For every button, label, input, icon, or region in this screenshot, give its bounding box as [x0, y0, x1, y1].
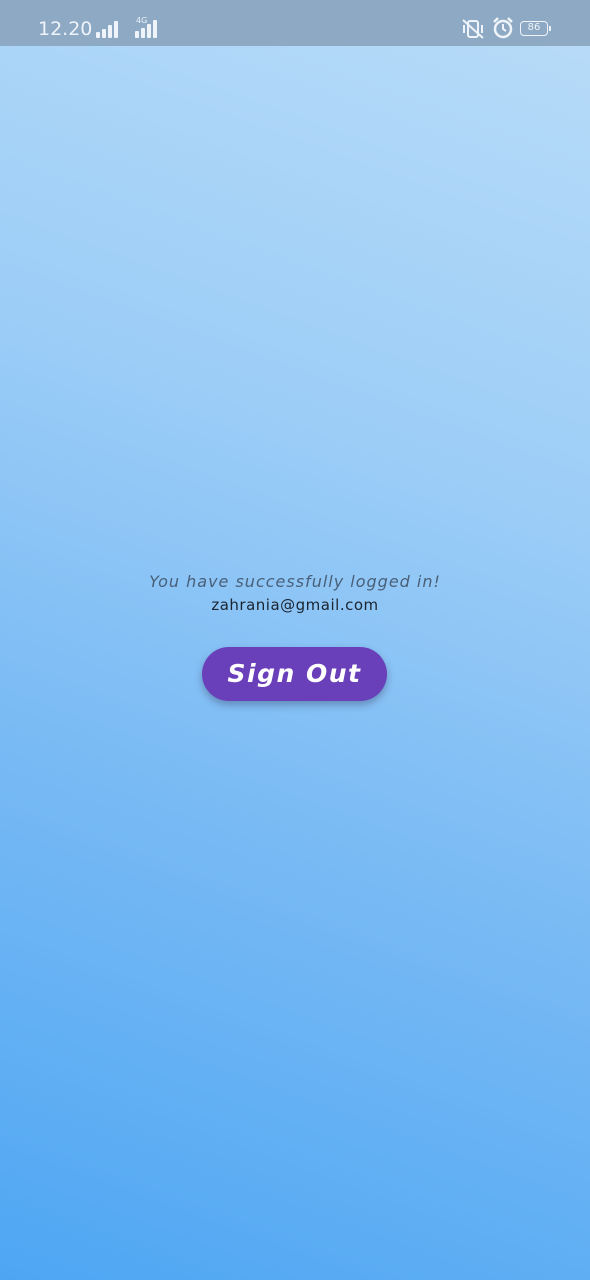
signal-icon: [96, 21, 118, 38]
vibrate-mute-icon: [462, 19, 484, 39]
app-screen: 12.20 4G 86 You have successfully logged…: [0, 0, 590, 1280]
login-success-message: You have successfully logged in!: [149, 572, 441, 591]
battery-icon: 86: [520, 21, 551, 36]
sign-out-button[interactable]: Sign Out: [202, 647, 387, 701]
signal-4g-icon: [135, 20, 157, 38]
status-bar: 12.20 4G 86: [0, 0, 590, 46]
battery-level-text: 86: [527, 22, 541, 33]
alarm-icon: [493, 17, 513, 39]
status-time: 12.20: [38, 18, 93, 40]
user-email: zahrania@gmail.com: [211, 596, 379, 614]
